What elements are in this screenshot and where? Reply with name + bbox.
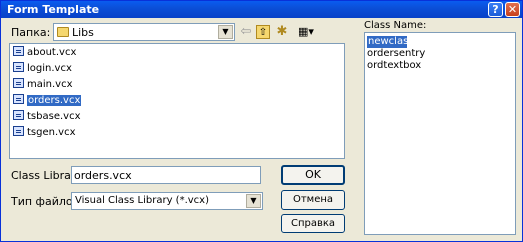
ok-button[interactable]: OK [281,165,345,185]
help-icon[interactable]: ? [488,2,503,17]
file-name: tsbase.vcx [27,111,81,122]
class-name-list[interactable]: newclass ordersentry ordtextbox [364,32,516,235]
vcx-file-icon [13,46,24,56]
file-item[interactable]: main.vcx [13,78,73,92]
folder-select[interactable]: Libs ▼ [53,23,235,41]
file-item[interactable]: login.vcx [13,62,72,76]
chevron-down-icon[interactable]: ▼ [218,25,233,39]
file-name: tsgen.vcx [27,127,76,138]
file-name: about.vcx [27,47,77,58]
file-item[interactable]: tsbase.vcx [13,110,80,124]
class-item-selected[interactable]: newclass [367,36,414,48]
folder-label: Папка: [11,26,51,39]
up-folder-icon[interactable]: ⇧ [256,25,270,39]
file-type-select[interactable]: Visual Class Library (*.vcx) ▼ [71,192,263,210]
file-name: main.vcx [27,79,73,90]
new-folder-icon[interactable]: ✱ [274,24,290,40]
vcx-file-icon [13,110,24,120]
form-template-dialog: Form Template ? ✕ Папка: Libs ▼ ⇦ ⇧ ✱ ▦▾… [0,0,523,242]
window-title: Form Template [7,3,100,16]
back-icon[interactable]: ⇦ [239,24,253,40]
vcx-file-icon [13,126,24,136]
file-item[interactable]: about.vcx [13,46,76,60]
class-item[interactable]: ordersentry [367,48,425,60]
file-name: orders.vcx [27,95,82,106]
vcx-file-icon [13,94,24,104]
file-type-value: Visual Class Library (*.vcx) [75,195,209,206]
file-item[interactable]: tsgen.vcx [13,126,75,140]
title-bar[interactable]: Form Template ? ✕ [1,1,522,18]
class-item[interactable]: ordtextbox [367,60,421,72]
view-menu-icon[interactable]: ▦▾ [293,24,319,40]
class-name-label: Class Name: [364,20,427,31]
folder-value: Libs [72,26,94,39]
file-list[interactable]: about.vcx login.vcx main.vcx orders.vcx … [9,43,345,159]
vcx-file-icon [13,78,24,88]
class-library-input[interactable]: orders.vcx [71,166,261,184]
file-item-selected[interactable]: orders.vcx [13,94,82,108]
cancel-button[interactable]: Отмена [281,190,345,210]
folder-icon [57,27,69,37]
help-button[interactable]: Справка [281,214,345,233]
close-icon[interactable]: ✕ [505,2,520,17]
chevron-down-icon[interactable]: ▼ [246,194,261,208]
file-name: login.vcx [27,63,72,74]
vcx-file-icon [13,62,24,72]
